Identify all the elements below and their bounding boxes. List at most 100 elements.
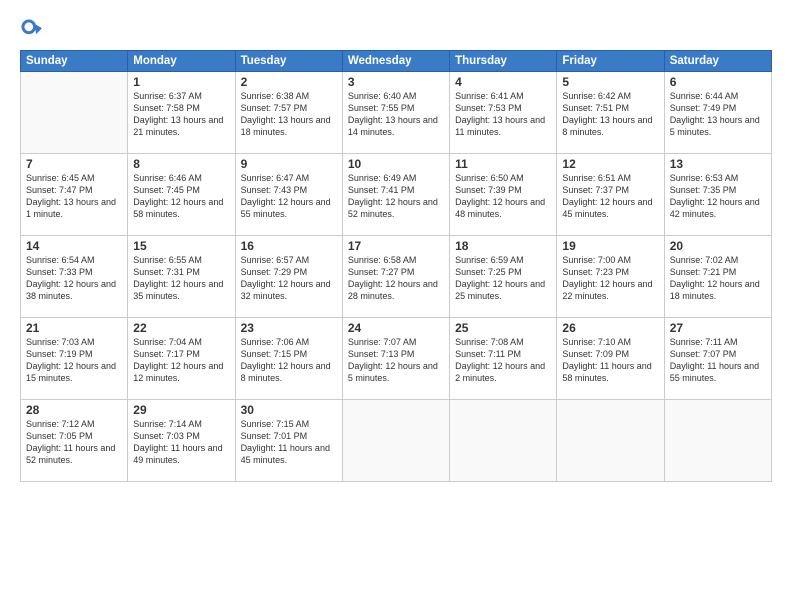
day-info: Sunrise: 6:45 AM Sunset: 7:47 PM Dayligh…	[26, 172, 122, 221]
day-info: Sunrise: 6:58 AM Sunset: 7:27 PM Dayligh…	[348, 254, 444, 303]
day-info: Sunrise: 6:37 AM Sunset: 7:58 PM Dayligh…	[133, 90, 229, 139]
header	[20, 18, 772, 40]
day-cell: 13Sunrise: 6:53 AM Sunset: 7:35 PM Dayli…	[664, 154, 771, 236]
day-number: 24	[348, 321, 444, 335]
header-monday: Monday	[128, 51, 235, 72]
day-number: 19	[562, 239, 658, 253]
day-info: Sunrise: 7:06 AM Sunset: 7:15 PM Dayligh…	[241, 336, 337, 385]
day-number: 3	[348, 75, 444, 89]
week-row-3: 21Sunrise: 7:03 AM Sunset: 7:19 PM Dayli…	[21, 318, 772, 400]
day-cell: 16Sunrise: 6:57 AM Sunset: 7:29 PM Dayli…	[235, 236, 342, 318]
day-cell: 30Sunrise: 7:15 AM Sunset: 7:01 PM Dayli…	[235, 400, 342, 482]
day-number: 23	[241, 321, 337, 335]
day-cell: 11Sunrise: 6:50 AM Sunset: 7:39 PM Dayli…	[450, 154, 557, 236]
day-number: 25	[455, 321, 551, 335]
day-cell: 12Sunrise: 6:51 AM Sunset: 7:37 PM Dayli…	[557, 154, 664, 236]
day-number: 26	[562, 321, 658, 335]
day-cell: 25Sunrise: 7:08 AM Sunset: 7:11 PM Dayli…	[450, 318, 557, 400]
header-row: SundayMondayTuesdayWednesdayThursdayFrid…	[21, 51, 772, 72]
day-number: 1	[133, 75, 229, 89]
day-cell: 10Sunrise: 6:49 AM Sunset: 7:41 PM Dayli…	[342, 154, 449, 236]
day-info: Sunrise: 7:10 AM Sunset: 7:09 PM Dayligh…	[562, 336, 658, 385]
day-info: Sunrise: 7:14 AM Sunset: 7:03 PM Dayligh…	[133, 418, 229, 467]
day-cell: 6Sunrise: 6:44 AM Sunset: 7:49 PM Daylig…	[664, 72, 771, 154]
day-cell: 24Sunrise: 7:07 AM Sunset: 7:13 PM Dayli…	[342, 318, 449, 400]
calendar: SundayMondayTuesdayWednesdayThursdayFrid…	[20, 50, 772, 482]
day-number: 20	[670, 239, 766, 253]
day-number: 6	[670, 75, 766, 89]
week-row-2: 14Sunrise: 6:54 AM Sunset: 7:33 PM Dayli…	[21, 236, 772, 318]
day-info: Sunrise: 6:59 AM Sunset: 7:25 PM Dayligh…	[455, 254, 551, 303]
day-cell: 21Sunrise: 7:03 AM Sunset: 7:19 PM Dayli…	[21, 318, 128, 400]
day-number: 15	[133, 239, 229, 253]
day-number: 28	[26, 403, 122, 417]
day-number: 8	[133, 157, 229, 171]
day-info: Sunrise: 6:40 AM Sunset: 7:55 PM Dayligh…	[348, 90, 444, 139]
header-wednesday: Wednesday	[342, 51, 449, 72]
day-cell: 8Sunrise: 6:46 AM Sunset: 7:45 PM Daylig…	[128, 154, 235, 236]
day-info: Sunrise: 6:42 AM Sunset: 7:51 PM Dayligh…	[562, 90, 658, 139]
day-info: Sunrise: 7:02 AM Sunset: 7:21 PM Dayligh…	[670, 254, 766, 303]
day-info: Sunrise: 7:08 AM Sunset: 7:11 PM Dayligh…	[455, 336, 551, 385]
day-cell	[450, 400, 557, 482]
day-number: 29	[133, 403, 229, 417]
day-cell	[342, 400, 449, 482]
day-number: 13	[670, 157, 766, 171]
day-info: Sunrise: 6:57 AM Sunset: 7:29 PM Dayligh…	[241, 254, 337, 303]
day-number: 27	[670, 321, 766, 335]
day-number: 5	[562, 75, 658, 89]
week-row-1: 7Sunrise: 6:45 AM Sunset: 7:47 PM Daylig…	[21, 154, 772, 236]
day-info: Sunrise: 6:41 AM Sunset: 7:53 PM Dayligh…	[455, 90, 551, 139]
day-number: 2	[241, 75, 337, 89]
day-number: 11	[455, 157, 551, 171]
header-tuesday: Tuesday	[235, 51, 342, 72]
day-info: Sunrise: 6:47 AM Sunset: 7:43 PM Dayligh…	[241, 172, 337, 221]
day-info: Sunrise: 6:49 AM Sunset: 7:41 PM Dayligh…	[348, 172, 444, 221]
day-info: Sunrise: 7:03 AM Sunset: 7:19 PM Dayligh…	[26, 336, 122, 385]
day-info: Sunrise: 6:38 AM Sunset: 7:57 PM Dayligh…	[241, 90, 337, 139]
day-cell: 4Sunrise: 6:41 AM Sunset: 7:53 PM Daylig…	[450, 72, 557, 154]
day-info: Sunrise: 6:53 AM Sunset: 7:35 PM Dayligh…	[670, 172, 766, 221]
day-cell: 5Sunrise: 6:42 AM Sunset: 7:51 PM Daylig…	[557, 72, 664, 154]
day-cell: 9Sunrise: 6:47 AM Sunset: 7:43 PM Daylig…	[235, 154, 342, 236]
day-cell	[664, 400, 771, 482]
day-number: 17	[348, 239, 444, 253]
day-cell: 7Sunrise: 6:45 AM Sunset: 7:47 PM Daylig…	[21, 154, 128, 236]
day-number: 30	[241, 403, 337, 417]
week-row-4: 28Sunrise: 7:12 AM Sunset: 7:05 PM Dayli…	[21, 400, 772, 482]
day-number: 16	[241, 239, 337, 253]
day-info: Sunrise: 6:55 AM Sunset: 7:31 PM Dayligh…	[133, 254, 229, 303]
calendar-header: SundayMondayTuesdayWednesdayThursdayFrid…	[21, 51, 772, 72]
day-info: Sunrise: 7:15 AM Sunset: 7:01 PM Dayligh…	[241, 418, 337, 467]
day-cell: 18Sunrise: 6:59 AM Sunset: 7:25 PM Dayli…	[450, 236, 557, 318]
day-info: Sunrise: 6:54 AM Sunset: 7:33 PM Dayligh…	[26, 254, 122, 303]
day-number: 12	[562, 157, 658, 171]
calendar-body: 1Sunrise: 6:37 AM Sunset: 7:58 PM Daylig…	[21, 72, 772, 482]
day-number: 14	[26, 239, 122, 253]
day-info: Sunrise: 7:07 AM Sunset: 7:13 PM Dayligh…	[348, 336, 444, 385]
header-friday: Friday	[557, 51, 664, 72]
day-number: 22	[133, 321, 229, 335]
day-cell: 3Sunrise: 6:40 AM Sunset: 7:55 PM Daylig…	[342, 72, 449, 154]
day-cell	[21, 72, 128, 154]
day-info: Sunrise: 6:46 AM Sunset: 7:45 PM Dayligh…	[133, 172, 229, 221]
logo	[20, 18, 46, 40]
day-cell: 29Sunrise: 7:14 AM Sunset: 7:03 PM Dayli…	[128, 400, 235, 482]
day-cell: 2Sunrise: 6:38 AM Sunset: 7:57 PM Daylig…	[235, 72, 342, 154]
day-cell: 23Sunrise: 7:06 AM Sunset: 7:15 PM Dayli…	[235, 318, 342, 400]
day-cell: 22Sunrise: 7:04 AM Sunset: 7:17 PM Dayli…	[128, 318, 235, 400]
day-cell: 15Sunrise: 6:55 AM Sunset: 7:31 PM Dayli…	[128, 236, 235, 318]
week-row-0: 1Sunrise: 6:37 AM Sunset: 7:58 PM Daylig…	[21, 72, 772, 154]
day-cell: 26Sunrise: 7:10 AM Sunset: 7:09 PM Dayli…	[557, 318, 664, 400]
day-number: 4	[455, 75, 551, 89]
day-cell: 28Sunrise: 7:12 AM Sunset: 7:05 PM Dayli…	[21, 400, 128, 482]
day-cell: 1Sunrise: 6:37 AM Sunset: 7:58 PM Daylig…	[128, 72, 235, 154]
day-cell	[557, 400, 664, 482]
day-info: Sunrise: 6:44 AM Sunset: 7:49 PM Dayligh…	[670, 90, 766, 139]
day-info: Sunrise: 7:12 AM Sunset: 7:05 PM Dayligh…	[26, 418, 122, 467]
header-sunday: Sunday	[21, 51, 128, 72]
day-info: Sunrise: 7:04 AM Sunset: 7:17 PM Dayligh…	[133, 336, 229, 385]
day-cell: 27Sunrise: 7:11 AM Sunset: 7:07 PM Dayli…	[664, 318, 771, 400]
day-cell: 19Sunrise: 7:00 AM Sunset: 7:23 PM Dayli…	[557, 236, 664, 318]
day-number: 7	[26, 157, 122, 171]
